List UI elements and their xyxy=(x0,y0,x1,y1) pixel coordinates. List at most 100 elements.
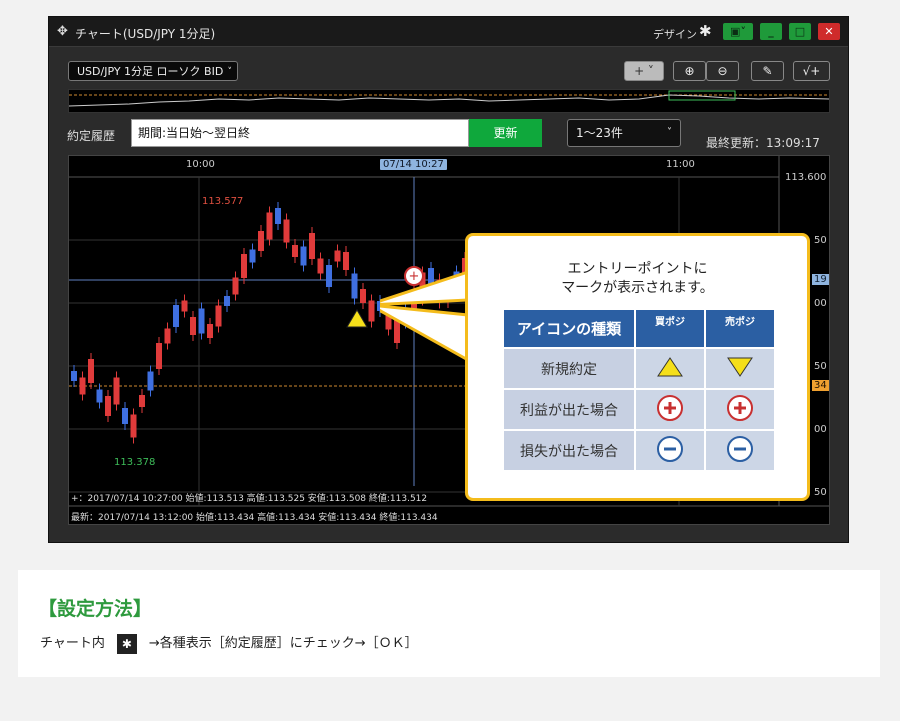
candle-body xyxy=(164,328,171,344)
crosshair-tool-button[interactable]: + ˅ xyxy=(624,61,664,81)
candle-body xyxy=(275,208,281,224)
crosshair-icon: + ˅ xyxy=(634,64,654,78)
callout-line-1: エントリーポイントに xyxy=(567,261,708,277)
callout-box: エントリーポイントに マークが表示されます。 アイコンの種類 買ポジ 売ポジ 新… xyxy=(465,233,810,501)
header-sell: 売ポジ xyxy=(706,310,774,347)
candle-body xyxy=(198,308,205,334)
zoom-in-button[interactable]: ⊕ xyxy=(673,61,706,81)
plus-circle-icon xyxy=(706,390,774,429)
candle-body xyxy=(241,254,247,278)
y-label-cursor: 19 xyxy=(812,274,829,285)
zoom-out-icon: ⊖ xyxy=(717,64,728,78)
header-buy: 買ポジ xyxy=(636,310,704,347)
candle-body xyxy=(326,265,332,287)
candle-body xyxy=(215,305,222,327)
period-field[interactable]: 期間:当日始～翌日終 xyxy=(131,119,469,147)
new-entry-buy-marker xyxy=(346,309,368,328)
plus-circle-icon xyxy=(636,390,704,429)
draw-tool-button[interactable]: ✎ xyxy=(751,61,784,81)
indicator-button[interactable]: √+ xyxy=(793,61,830,81)
gear-icon[interactable]: ✱ xyxy=(699,22,712,40)
range-select[interactable]: 1～23件 ˅ xyxy=(567,119,681,147)
x-label-cursor: 07/14 10:27 xyxy=(380,159,447,170)
candle-body xyxy=(156,343,162,369)
overview-chart[interactable] xyxy=(68,89,830,113)
y-label-4: 50 xyxy=(814,361,827,372)
triangle-down-icon xyxy=(706,349,774,388)
chevron-down-icon: ˅ xyxy=(667,127,672,138)
x-label-1100: 11:00 xyxy=(666,159,695,170)
latest-ohlc-text: 最新：2017/07/14 13:12:00 始値:113.434 高値:113… xyxy=(71,510,438,523)
update-button[interactable]: 更新 xyxy=(469,119,542,147)
candle-body xyxy=(207,324,213,338)
table-row: 新規約定 xyxy=(504,349,774,388)
gear-icon: ✱ xyxy=(116,633,137,654)
y-label-6: 50 xyxy=(814,487,827,498)
candle-body xyxy=(283,219,290,243)
y-label-3: 00 xyxy=(814,298,827,309)
candle-body xyxy=(122,408,128,424)
pencil-icon: ✎ xyxy=(762,64,773,78)
row-label: 利益が出た場合 xyxy=(504,390,634,429)
candle-body xyxy=(266,212,273,240)
candle-body xyxy=(130,414,137,438)
minimize-icon: _ xyxy=(768,25,774,38)
candle-body xyxy=(351,273,358,299)
note-text-before: チャート内 xyxy=(40,636,105,651)
note-text-after: →各種表示［約定履歴］にチェック→［ＯＫ］ xyxy=(148,636,418,651)
candle-body xyxy=(232,277,239,295)
row-label: 新規約定 xyxy=(504,349,634,388)
chevron-down-icon: ˅ xyxy=(227,67,233,77)
candle-body xyxy=(105,396,111,416)
candle-body xyxy=(224,296,230,306)
symbol-select[interactable]: USD/JPY 1分足 ローソク BID ˅ xyxy=(68,61,238,81)
minimize-button[interactable]: _ xyxy=(760,23,782,40)
zoom-out-button[interactable]: ⊖ xyxy=(706,61,739,81)
candle-body xyxy=(190,317,196,335)
candle-body xyxy=(300,246,307,266)
candle-body xyxy=(334,250,341,262)
candle-body xyxy=(292,245,298,257)
triangle-up-icon xyxy=(636,349,704,388)
table-row: 利益が出た場合 xyxy=(504,390,774,429)
candle-body xyxy=(113,377,120,405)
close-icon: ✕ xyxy=(824,25,834,38)
y-label-2: 50 xyxy=(814,235,827,246)
design-button[interactable]: デザイン xyxy=(653,26,697,42)
candle-body xyxy=(173,305,179,327)
trade-history-bar: 約定履歴 期間:当日始～翌日終 更新 1～23件 ˅ 最終更新：13:09:17 xyxy=(49,117,848,153)
symbol-select-value: USD/JPY 1分足 ローソク BID xyxy=(77,65,224,78)
candle-body xyxy=(258,231,264,251)
note-title: 【設定方法】 xyxy=(38,598,153,620)
y-label-latest: 34 xyxy=(812,380,829,391)
high-price-label: 113.577 xyxy=(202,196,244,207)
last-update-text: 最終更新：13:09:17 xyxy=(706,136,820,150)
title-bar[interactable]: ✥ チャート(USD/JPY 1分足) デザイン ✱ ▣˅ _ □ ✕ xyxy=(49,17,848,47)
cursor-ohlc-text: +：2017/07/14 10:27:00 始値:113.513 高値:113.… xyxy=(71,494,428,504)
settings-note: 【設定方法】 チャート内 ✱ →各種表示［約定履歴］にチェック→［ＯＫ］ xyxy=(18,570,880,677)
candle-body xyxy=(343,252,349,270)
candle-body xyxy=(368,300,375,322)
table-row: 損失が出た場合 xyxy=(504,431,774,470)
maximize-button[interactable]: □ xyxy=(789,23,811,40)
candle-body xyxy=(309,233,315,259)
candle-body xyxy=(317,258,324,274)
candle-body xyxy=(88,359,94,383)
y-label-5: 00 xyxy=(814,424,827,435)
candle-body xyxy=(147,371,154,391)
move-icon[interactable]: ✥ xyxy=(57,24,68,39)
zoom-in-icon: ⊕ xyxy=(684,64,695,78)
minus-circle-icon xyxy=(706,431,774,470)
candle-body xyxy=(139,395,145,407)
range-select-value: 1～23件 xyxy=(576,126,623,140)
icon-legend-table: アイコンの種類 買ポジ 売ポジ 新規約定 利益が出た場合 損失が出た場合 xyxy=(502,308,776,472)
window-title: チャート(USD/JPY 1分足) xyxy=(75,27,216,41)
header-icon-type: アイコンの種類 xyxy=(504,310,634,347)
maximize-icon: □ xyxy=(794,25,806,38)
history-label: 約定履歴 xyxy=(67,129,116,143)
close-button[interactable]: ✕ xyxy=(818,23,840,40)
layout-button[interactable]: ▣˅ xyxy=(723,23,753,40)
minus-circle-icon xyxy=(636,431,704,470)
low-price-label: 113.378 xyxy=(114,457,156,468)
candle-body xyxy=(249,249,256,263)
